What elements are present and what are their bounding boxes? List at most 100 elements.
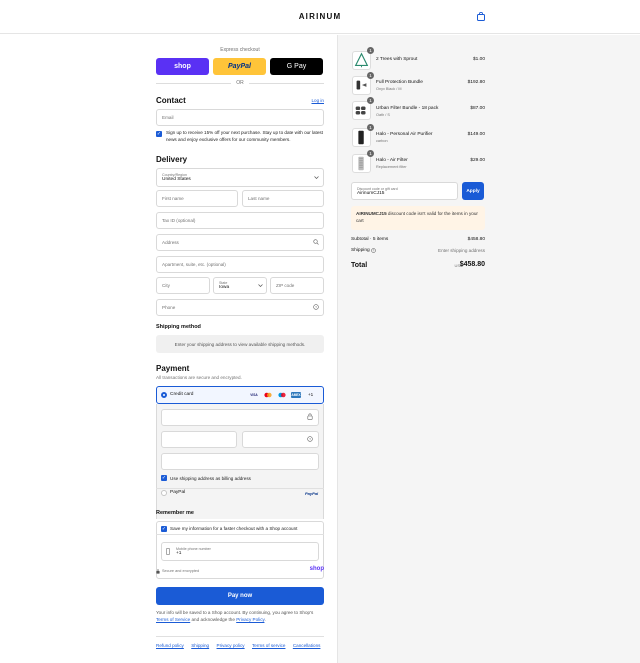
item-thumbnail xyxy=(352,128,371,147)
svg-text:?: ? xyxy=(309,437,311,441)
billing-address-checkbox[interactable]: ✓ xyxy=(161,475,167,481)
address-field[interactable]: Address xyxy=(156,234,324,251)
paypal-button[interactable]: PayPal xyxy=(213,58,266,75)
maestro-icon xyxy=(277,392,287,398)
item-price: $149.00 xyxy=(467,132,485,137)
footer-links: Refund policy Shipping Privacy policy Te… xyxy=(156,643,326,649)
phone-field[interactable]: Phone xyxy=(156,299,324,316)
payment-title: Payment xyxy=(156,364,190,373)
logo[interactable]: AIRINUM xyxy=(0,12,640,21)
shipping-label: Shipping xyxy=(351,248,370,253)
apply-button[interactable]: Apply xyxy=(462,182,484,200)
search-icon xyxy=(313,239,319,245)
zip-field[interactable]: ZIP code xyxy=(270,277,324,294)
item-name: Halo - Personal Air Purifier xyxy=(376,132,433,137)
quantity-badge: 1 xyxy=(367,47,374,54)
legal-text-1: Your info will be saved to a Shop accoun… xyxy=(156,610,314,615)
amex-icon: AMEX xyxy=(291,392,301,398)
card-number-field[interactable] xyxy=(161,409,319,426)
quantity-badge: 1 xyxy=(367,124,374,131)
footer-link-cancellations[interactable]: Cancellations xyxy=(293,643,321,648)
name-on-card-field[interactable] xyxy=(161,453,319,470)
discount-code-value: AirinumCJ15 xyxy=(357,190,385,196)
help-icon[interactable]: ? xyxy=(307,436,313,442)
tax-id-field[interactable]: Tax ID (optional) xyxy=(156,212,324,229)
item-name: 2 Trees with Sprout xyxy=(376,57,418,62)
item-variant: Replacement filter xyxy=(376,165,407,169)
footer-link-privacy[interactable]: Privacy policy xyxy=(217,643,245,648)
shopping-bag-icon[interactable] xyxy=(477,12,485,21)
secure-text: Secure and encrypted xyxy=(162,569,200,573)
footer-link-shipping[interactable]: Shipping xyxy=(191,643,209,648)
credit-card-radio[interactable] xyxy=(161,392,167,398)
item-name: Urban Filter Bundle - 18 pack xyxy=(376,106,439,111)
chevron-down-icon xyxy=(314,176,319,179)
subtotal-value: $458.80 xyxy=(467,237,485,242)
item-variant: Onyx Black / M xyxy=(376,87,402,91)
total-label: Total xyxy=(351,262,368,269)
item-price: $29.00 xyxy=(470,158,485,163)
terms-of-service-link[interactable]: Terms of Service xyxy=(156,617,190,622)
shipping-notice: Enter your shipping address to view avai… xyxy=(156,335,324,353)
mobile-phone-field[interactable]: Mobile phone number +1 xyxy=(161,542,319,561)
svg-text:?: ? xyxy=(315,305,317,309)
more-cards-label: +1 xyxy=(308,392,314,397)
or-divider: OR xyxy=(156,80,324,86)
subtotal-label: Subtotal · 5 items xyxy=(351,237,389,242)
help-icon[interactable]: ? xyxy=(313,304,319,310)
billing-address-text: Use shipping address as billing address xyxy=(170,476,251,481)
footer-link-refund[interactable]: Refund policy xyxy=(156,643,184,648)
save-info-checkbox[interactable]: ✓ xyxy=(161,526,167,532)
apartment-field[interactable]: Apartment, suite, etc. (optional) xyxy=(156,256,324,273)
shop-pay-button[interactable]: shop xyxy=(156,58,209,75)
first-name-field[interactable]: First name xyxy=(156,190,238,207)
legal-text-end: . xyxy=(264,617,266,622)
pay-now-button[interactable]: Pay now xyxy=(156,587,324,605)
lock-icon xyxy=(156,569,160,574)
country-value: United States xyxy=(162,177,191,182)
paypal-logo: PayPal xyxy=(305,491,319,496)
paypal-radio[interactable] xyxy=(161,490,167,496)
state-value: Iowa xyxy=(219,285,230,290)
contact-title: Contact xyxy=(156,96,186,105)
mastercard-icon xyxy=(263,392,273,398)
error-code: AIRINUMCJ15 xyxy=(356,211,387,216)
privacy-policy-link[interactable]: Privacy Policy xyxy=(236,617,264,622)
email-field[interactable]: Email xyxy=(156,109,324,126)
shipping-method-title: Shipping method xyxy=(156,324,201,330)
item-name: Full Protection Bundle xyxy=(376,80,423,85)
footer-link-terms[interactable]: Terms of service xyxy=(252,643,285,648)
legal-text-2: and acknowledge the xyxy=(191,617,235,622)
google-pay-button[interactable]: G Pay xyxy=(270,58,323,75)
item-thumbnail xyxy=(352,101,371,120)
item-thumbnail xyxy=(352,76,371,95)
lock-icon xyxy=(307,413,313,420)
header: AIRINUM xyxy=(0,0,640,34)
divider xyxy=(156,534,324,535)
item-name: Halo - Air Filter xyxy=(376,158,408,163)
last-name-field[interactable]: Last name xyxy=(242,190,324,207)
discount-error-notice: AIRINUMCJ15 discount code isn't valid fo… xyxy=(351,206,485,230)
help-icon[interactable]: ? xyxy=(371,248,376,253)
item-price: $1.00 xyxy=(472,57,485,62)
newsletter-checkbox[interactable]: ✓ xyxy=(156,131,162,137)
country-select[interactable]: Country/Region United States xyxy=(156,168,324,187)
item-thumbnail xyxy=(352,154,371,173)
city-field[interactable]: City xyxy=(156,277,210,294)
express-checkout-label: Express checkout xyxy=(220,47,260,53)
delivery-title: Delivery xyxy=(156,155,188,164)
chevron-down-icon xyxy=(258,284,263,287)
payment-subtitle: All transactions are secure and encrypte… xyxy=(156,375,242,380)
item-variant: Oath / S xyxy=(376,113,390,117)
login-link[interactable]: Log in xyxy=(311,98,324,103)
discount-code-field[interactable]: Discount code or gift card AirinumCJ15 xyxy=(351,182,458,200)
quantity-badge: 1 xyxy=(367,72,374,79)
item-variant: carbon xyxy=(376,139,388,143)
divider xyxy=(156,488,324,489)
quantity-badge: 1 xyxy=(367,97,374,104)
expiration-date-field[interactable] xyxy=(161,431,237,448)
newsletter-text: Sign up to receive 15% off your next pur… xyxy=(166,130,323,142)
legal-text: Your info will be saved to a Shop accoun… xyxy=(156,609,324,623)
paypal-option-label[interactable]: PayPal xyxy=(170,490,185,495)
item-price: $87.00 xyxy=(470,106,485,111)
